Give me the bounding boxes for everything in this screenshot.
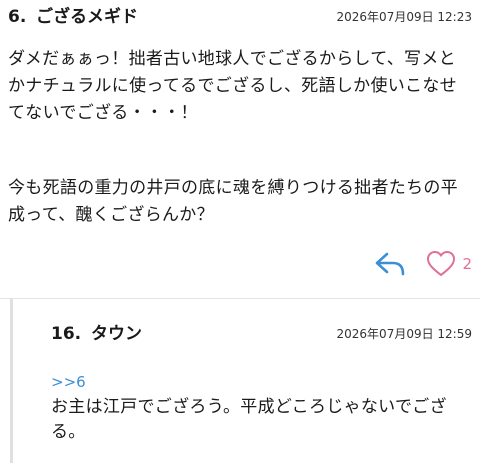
reply-button[interactable] bbox=[372, 248, 408, 280]
reply-comment: 16. タウン 2026年07月09日 12:59 >>6 お主は江戸でござろう… bbox=[13, 299, 480, 463]
comment-post: 6. ござるメギド 2026年07月09日 12:23 ダメだぁぁっ！拙者古い地… bbox=[0, 0, 480, 300]
like-button[interactable]: 2 bbox=[426, 248, 472, 280]
reply-header: 16. タウン 2026年07月09日 12:59 bbox=[51, 323, 472, 345]
comment-paragraph: ダメだぁぁっ！拙者古い地球人でござるからして、写メとかナチュラルに使ってるでござ… bbox=[8, 49, 457, 123]
reply-timestamp: 2026年07月09日 12:59 bbox=[336, 327, 472, 341]
heart-outline-icon bbox=[427, 251, 456, 276]
reply-anchor-link[interactable]: >>6 bbox=[51, 372, 86, 392]
reply-arrow-icon bbox=[376, 252, 405, 276]
comment-paragraph: 今も死語の重力の井戸の底に魂を縛りつける拙者たちの平成って、醜くござらんか？ bbox=[8, 178, 458, 225]
reply-body: お主は江戸でござろう。平成どころじゃないでござる。 bbox=[51, 397, 447, 442]
comment-number: 6. bbox=[8, 7, 27, 27]
reply-author[interactable]: タウン bbox=[91, 323, 142, 345]
comment-body: ダメだぁぁっ！拙者古い地球人でござるからして、写メとかナチュラルに使ってるでござ… bbox=[8, 46, 472, 229]
reply-number: 16. bbox=[51, 324, 82, 344]
comment-header: 6. ござるメギド 2026年07月09日 12:23 bbox=[8, 6, 472, 28]
like-count: 2 bbox=[462, 255, 472, 273]
comment-actions: 2 bbox=[372, 248, 472, 280]
comment-timestamp: 2026年07月09日 12:23 bbox=[336, 10, 472, 24]
comment-author[interactable]: ござるメギド bbox=[36, 6, 138, 28]
